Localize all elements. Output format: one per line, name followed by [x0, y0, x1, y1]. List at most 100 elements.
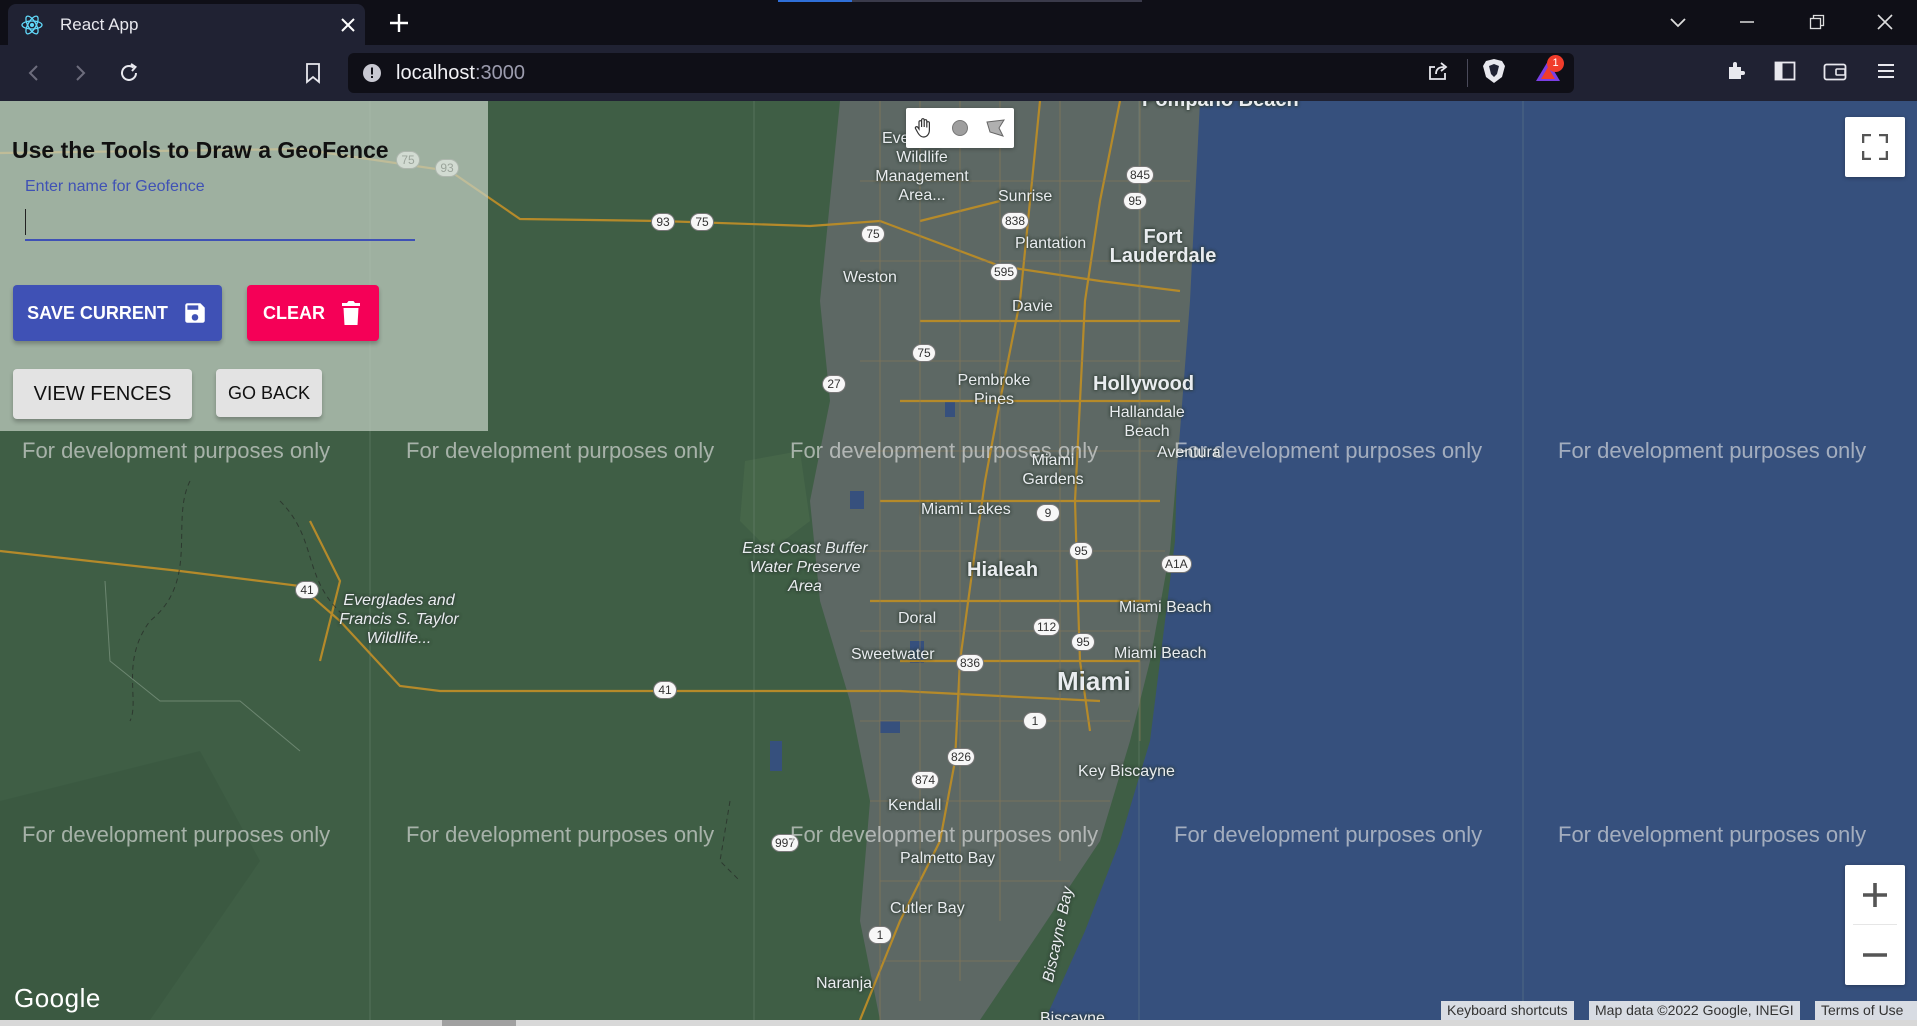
- brave-shields-icon[interactable]: [1476, 53, 1512, 89]
- tab-title: React App: [60, 14, 139, 34]
- highway-shield: 95: [1071, 633, 1095, 651]
- circle-draw-icon[interactable]: [942, 108, 978, 148]
- minimize-icon[interactable]: [1725, 6, 1769, 38]
- place-label: Key Biscayne: [1078, 763, 1175, 780]
- site-info-icon[interactable]: [362, 63, 382, 83]
- dev-watermark: For development purposes only: [1558, 822, 1867, 847]
- share-icon[interactable]: [1420, 53, 1456, 89]
- view-fences-button[interactable]: VIEW FENCES: [13, 369, 192, 419]
- save-current-button[interactable]: SAVE CURRENT: [13, 285, 222, 341]
- notification-badge: 1: [1547, 55, 1564, 72]
- place-label: Plantation: [1015, 235, 1087, 252]
- menu-icon[interactable]: [1868, 53, 1904, 89]
- zoom-out-button[interactable]: [1845, 925, 1905, 984]
- restore-icon[interactable]: [1795, 6, 1839, 38]
- geofence-control-panel: Use the Tools to Draw a GeoFence Enter n…: [0, 101, 488, 431]
- horizontal-scrollbar[interactable]: [0, 1020, 1917, 1026]
- place-label: Hollywood: [1093, 373, 1195, 395]
- place-label: Kendall: [888, 797, 942, 814]
- place-label: East Coast Buffer Water Preserve Area: [742, 540, 868, 595]
- highway-shield: 95: [1123, 192, 1147, 210]
- brave-rewards-icon[interactable]: 1: [1530, 53, 1566, 89]
- dev-watermark: For development purposes only: [790, 822, 1099, 847]
- go-back-button[interactable]: GO BACK: [216, 369, 322, 417]
- zoom-in-button[interactable]: [1845, 865, 1905, 924]
- place-label: Miami Lakes: [921, 501, 1011, 518]
- highway-shield: 93: [651, 213, 675, 231]
- text-caret: [25, 209, 26, 235]
- terms-of-use-link[interactable]: Terms of Use: [1815, 1001, 1917, 1020]
- close-window-icon[interactable]: [1863, 6, 1907, 38]
- sidebar-toggle-icon[interactable]: [1767, 53, 1803, 89]
- place-label: Hialeah: [967, 559, 1039, 581]
- place-label: Miami Beach: [1119, 599, 1212, 616]
- clear-label: CLEAR: [263, 302, 325, 323]
- back-arrow-icon[interactable]: [16, 55, 52, 91]
- geofence-name-label: Enter name for Geofence: [25, 178, 205, 195]
- highway-shield: 845: [1126, 166, 1155, 184]
- trash-icon: [339, 299, 363, 327]
- highway-shield: 595: [990, 263, 1019, 281]
- new-tab-button[interactable]: [382, 8, 416, 38]
- geofence-name-input[interactable]: [25, 205, 415, 241]
- dev-watermark: For development purposes only: [22, 822, 331, 847]
- highway-shield: 9: [1036, 504, 1060, 522]
- place-label: Sunrise: [998, 188, 1053, 205]
- drawing-toolbar: [906, 108, 1014, 148]
- dev-watermark: For development purposes only: [22, 438, 331, 463]
- forward-arrow-icon[interactable]: [62, 55, 98, 91]
- place-label: Miami: [1057, 666, 1131, 696]
- zoom-control: [1845, 865, 1905, 985]
- highway-shield: 75: [861, 225, 885, 243]
- minus-icon: [1863, 952, 1887, 957]
- hand-pan-icon[interactable]: [906, 108, 942, 148]
- highway-shield: 75: [912, 344, 936, 362]
- dev-watermark: For development purposes only: [406, 822, 715, 847]
- map-data-attribution: Map data ©2022 Google, INEGI: [1589, 1001, 1800, 1020]
- place-label: Palmetto Bay: [900, 850, 996, 867]
- fullscreen-icon: [1862, 134, 1888, 160]
- google-logo[interactable]: Google: [14, 983, 101, 1014]
- place-label: Sweetwater: [851, 646, 935, 663]
- extensions-icon[interactable]: [1718, 53, 1754, 89]
- polygon-draw-icon[interactable]: [978, 108, 1014, 148]
- highway-shield: 112: [1033, 618, 1061, 636]
- save-icon: [182, 300, 208, 326]
- place-label: Everglades and Francis S. Taylor Wildlif…: [339, 592, 459, 647]
- highway-shield: 874: [911, 771, 940, 789]
- highway-shield: 836: [956, 654, 985, 672]
- tab-bar: React App: [0, 0, 1917, 45]
- url-host: localhost: [396, 61, 475, 84]
- place-label: Pompano Beach: [1142, 101, 1299, 110]
- toolbar-divider: [1467, 59, 1468, 87]
- address-bar[interactable]: localhost:3000: [348, 53, 1574, 93]
- place-label: Fort Lauderdale: [1109, 226, 1217, 267]
- fullscreen-button[interactable]: [1845, 117, 1905, 177]
- highway-shield: 1: [1023, 712, 1047, 730]
- close-tab-icon[interactable]: [331, 8, 365, 42]
- panel-heading: Use the Tools to Draw a GeoFence: [12, 137, 389, 163]
- scrollbar-thumb[interactable]: [442, 1020, 516, 1026]
- wallet-icon[interactable]: [1817, 53, 1853, 89]
- place-label: Miami Beach: [1114, 645, 1207, 662]
- tab-search-chevron-icon[interactable]: [1656, 6, 1700, 38]
- highway-shield: 826: [947, 748, 976, 766]
- url-port: :3000: [474, 61, 525, 84]
- place-label: Pembroke Pines: [957, 372, 1031, 408]
- highway-shield: 95: [1069, 542, 1093, 560]
- place-label: Doral: [898, 610, 937, 627]
- highway-shield: 1: [868, 926, 892, 944]
- place-label: Naranja: [816, 975, 873, 992]
- tab-react-app[interactable]: React App: [8, 4, 365, 45]
- keyboard-shortcuts-link[interactable]: Keyboard shortcuts: [1441, 1001, 1574, 1020]
- browser-toolbar: localhost:3000 1: [0, 45, 1917, 101]
- highway-shield: 27: [822, 375, 846, 393]
- highway-shield: 41: [653, 681, 677, 699]
- clear-button[interactable]: CLEAR: [247, 285, 379, 341]
- highway-shield: 838: [1001, 212, 1030, 230]
- bookmark-icon[interactable]: [295, 55, 331, 91]
- plus-icon: [1863, 882, 1887, 907]
- reload-icon[interactable]: [111, 55, 147, 91]
- dev-watermark: For development purposes only: [406, 438, 715, 463]
- highway-shield: 41: [295, 581, 319, 599]
